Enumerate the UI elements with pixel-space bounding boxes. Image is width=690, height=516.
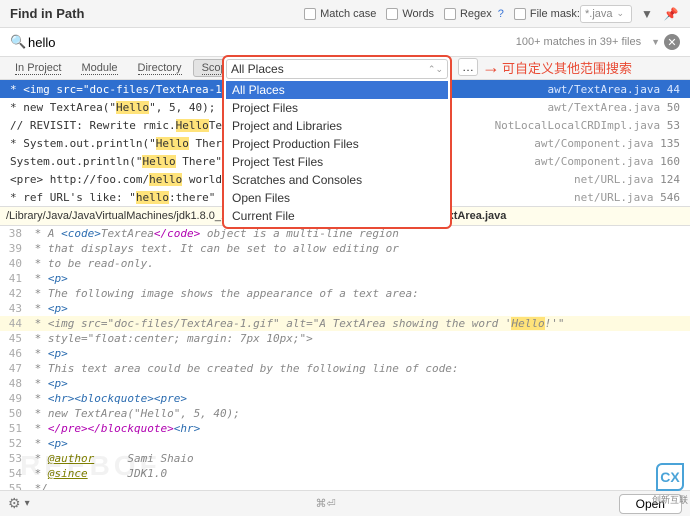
- hint-icon: ▾: [25, 498, 39, 509]
- search-input[interactable]: [26, 33, 516, 52]
- code-line: 45 * style="float:center; margin: 7px 10…: [0, 331, 690, 346]
- search-row: 🔍 100+ matches in 39+ files ▼ ✕: [0, 28, 690, 56]
- more-scopes-button[interactable]: …: [458, 58, 478, 76]
- chevron-up-down-icon: ⌃⌄: [428, 64, 443, 75]
- match-stats: 100+ matches in 39+ files: [516, 36, 641, 48]
- chevron-down-icon: ⌄: [617, 8, 625, 19]
- chevron-down-icon[interactable]: ▼: [651, 37, 660, 47]
- code-line: 44 * <img src="doc-files/TextArea-1.gif"…: [0, 316, 690, 331]
- code-line: 51 * </pre></blockquote><hr>: [0, 421, 690, 436]
- checkbox-icon: [444, 8, 456, 20]
- watermark: REEBOF: [20, 450, 161, 482]
- code-line: 43 * <p>: [0, 301, 690, 316]
- help-icon[interactable]: ?: [498, 8, 504, 20]
- code-line: 49 * <hr><blockquote><pre>: [0, 391, 690, 406]
- match-case-option[interactable]: Match case: [304, 8, 376, 20]
- annotation: →可自定义其他范围搜索: [482, 57, 632, 78]
- code-line: 40 * to be read-only.: [0, 256, 690, 271]
- code-line: 42 * The following image shows the appea…: [0, 286, 690, 301]
- code-line: 39 * that displays text. It can be set t…: [0, 241, 690, 256]
- checkbox-icon: [304, 8, 316, 20]
- tab-module[interactable]: Module: [72, 59, 126, 77]
- code-line: 48 * <p>: [0, 376, 690, 391]
- code-line: 47 * This text area could be created by …: [0, 361, 690, 376]
- pin-icon[interactable]: 📌: [662, 5, 680, 23]
- scope-option[interactable]: Project Test Files: [226, 153, 448, 171]
- search-icon: 🔍: [10, 34, 26, 50]
- gear-icon[interactable]: ⚙: [8, 495, 21, 512]
- tab-directory[interactable]: Directory: [129, 59, 191, 77]
- code-line: 46 * <p>: [0, 346, 690, 361]
- tab-in-project[interactable]: In Project: [6, 59, 70, 77]
- filemask-option[interactable]: File mask:: [514, 8, 580, 20]
- checkbox-icon: [514, 8, 526, 20]
- shortcut-hint: ⌘⏎: [315, 497, 335, 510]
- code-line: 41 * <p>: [0, 271, 690, 286]
- footer: ⚙ ▾ ⌘⏎ Open: [0, 490, 690, 516]
- scope-option[interactable]: Project Production Files: [226, 135, 448, 153]
- checkbox-icon: [386, 8, 398, 20]
- words-option[interactable]: Words: [386, 8, 434, 20]
- filter-icon[interactable]: ▼: [638, 5, 656, 23]
- filemask-select[interactable]: *.java⌄: [580, 5, 632, 23]
- scope-option[interactable]: Project and Libraries: [226, 117, 448, 135]
- scope-select[interactable]: All Places ⌃⌄: [226, 59, 448, 79]
- scope-option[interactable]: Current File: [226, 207, 448, 225]
- scope-option[interactable]: All Places: [226, 81, 448, 99]
- code-line: 52 * <p>: [0, 436, 690, 451]
- scope-option[interactable]: Open Files: [226, 189, 448, 207]
- scope-dropdown: All Places ⌃⌄ All PlacesProject FilesPro…: [222, 55, 452, 229]
- scope-option[interactable]: Project Files: [226, 99, 448, 117]
- dialog-title: Find in Path: [10, 6, 294, 21]
- code-line: 50 * new TextArea("Hello", 5, 40);: [0, 406, 690, 421]
- regex-option[interactable]: Regex?: [444, 8, 504, 20]
- dialog-header: Find in Path Match case Words Regex? Fil…: [0, 0, 690, 28]
- scope-option[interactable]: Scratches and Consoles: [226, 171, 448, 189]
- arrow-right-icon: →: [482, 57, 500, 78]
- close-icon[interactable]: ✕: [664, 34, 680, 50]
- brand-logo: CX 创新互联: [652, 463, 688, 506]
